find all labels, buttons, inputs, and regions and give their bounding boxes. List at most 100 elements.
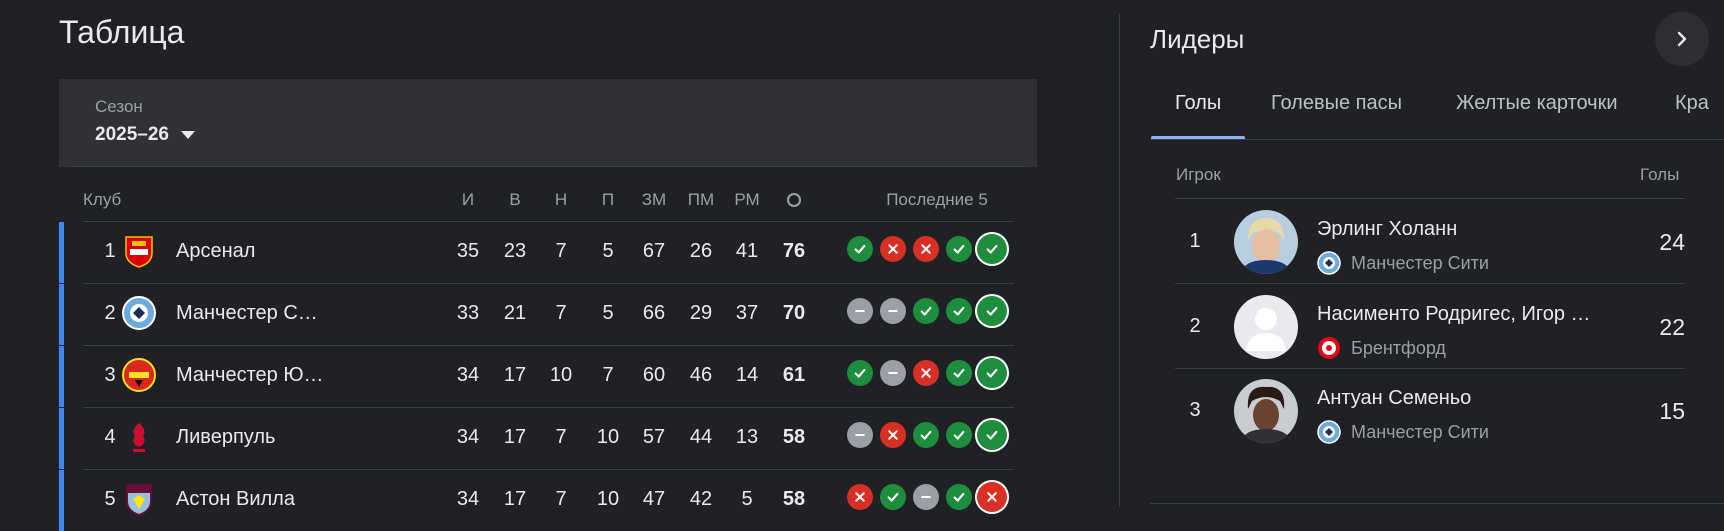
player-name[interactable]: Антуан Семеньо	[1317, 387, 1471, 410]
stat-ga: 29	[689, 302, 713, 324]
win-icon[interactable]	[946, 236, 972, 262]
stat-played: 34	[456, 426, 480, 448]
stat-pts: 58	[782, 426, 806, 448]
stat-gd: 13	[735, 426, 759, 448]
draw-icon[interactable]	[847, 298, 873, 324]
stat-pts: 61	[782, 364, 806, 386]
stat-drawn: 7	[555, 488, 567, 510]
player-photo	[1234, 295, 1298, 359]
team-name[interactable]: Астон Вилла	[176, 488, 295, 511]
win-icon[interactable]	[946, 422, 972, 448]
player-club: Манчестер Сити	[1317, 251, 1489, 275]
player-name[interactable]: Эрлинг Холанн	[1317, 218, 1457, 241]
stat-won: 23	[503, 240, 527, 262]
leader-rank: 2	[1189, 315, 1201, 337]
qualification-bar	[59, 346, 64, 407]
team-name[interactable]: Манчестер С…	[176, 302, 318, 325]
stat-played: 33	[456, 302, 480, 324]
table-header: Клуб И В Н П ЗМ ПМ РМ Последние 5	[59, 182, 1014, 218]
win-icon[interactable]	[847, 236, 873, 262]
draw-icon[interactable]	[880, 360, 906, 386]
stat-won: 17	[503, 488, 527, 510]
win-icon[interactable]	[946, 484, 972, 510]
leader-rank: 3	[1189, 399, 1201, 421]
loss-icon[interactable]	[975, 480, 1009, 514]
stat-gf: 57	[642, 426, 666, 448]
qualification-bar	[59, 408, 64, 469]
page-title: Таблица	[59, 14, 185, 50]
win-icon[interactable]	[847, 360, 873, 386]
next-button[interactable]	[1655, 12, 1709, 66]
caret-down-icon	[180, 131, 195, 139]
loss-icon[interactable]	[913, 360, 939, 386]
win-icon[interactable]	[975, 294, 1009, 328]
leader-row[interactable]: 2 Насименто Родригес, Игор … Брентфорд 22	[1175, 285, 1685, 368]
stat-ga: 42	[689, 488, 713, 510]
leader-row[interactable]: 1 Эрлинг Холанн Манчестер Сити 24	[1175, 200, 1685, 283]
table-row[interactable]: 2 Манчестер С… 33 21 7 5 66 29 37 70	[59, 284, 1014, 345]
loss-icon[interactable]	[880, 236, 906, 262]
goals-value: 24	[1659, 229, 1685, 255]
player-club: Манчестер Сити	[1317, 420, 1489, 444]
win-icon[interactable]	[975, 232, 1009, 266]
header-gd: РМ	[734, 190, 760, 209]
win-icon[interactable]	[913, 298, 939, 324]
draw-icon[interactable]	[847, 422, 873, 448]
win-icon[interactable]	[975, 356, 1009, 390]
loss-icon[interactable]	[880, 422, 906, 448]
stat-played: 34	[456, 364, 480, 386]
player-name[interactable]: Насименто Родригес, Игор …	[1317, 303, 1591, 326]
stat-pts: 76	[782, 240, 806, 262]
man-city-crest	[1317, 420, 1341, 444]
liverpool-crest	[121, 419, 157, 455]
table-row[interactable]: 3 Манчестер Ю… 34 17 10 7 60 46 14 61	[59, 346, 1014, 407]
stat-gd: 5	[741, 488, 753, 510]
stat-gd: 41	[735, 240, 759, 262]
stat-drawn: 10	[549, 364, 573, 386]
stat-drawn: 7	[555, 426, 567, 448]
stat-gd: 14	[735, 364, 759, 386]
leader-row[interactable]: 3 Антуан Семеньо Манчестер Сити 15	[1175, 369, 1685, 452]
team-name[interactable]: Арсенал	[176, 240, 255, 263]
win-icon[interactable]	[880, 484, 906, 510]
goals-value: 15	[1659, 398, 1685, 424]
divider	[1150, 503, 1724, 504]
win-icon[interactable]	[975, 418, 1009, 452]
qualification-bar	[59, 222, 64, 283]
win-icon[interactable]	[913, 422, 939, 448]
draw-icon[interactable]	[880, 298, 906, 324]
stat-gf: 47	[642, 488, 666, 510]
tab-yellow-cards[interactable]: Желтые карточки	[1456, 92, 1618, 115]
season-dropdown[interactable]: 2025–26	[95, 124, 195, 146]
stat-won: 21	[503, 302, 527, 324]
qualification-bar	[59, 470, 64, 531]
aston-villa-crest	[121, 481, 157, 517]
header-lost: П	[601, 190, 615, 209]
table-row[interactable]: 1 Арсенал 35 23 7 5 67 26 41 76	[59, 222, 1014, 283]
club-name: Брентфорд	[1351, 337, 1446, 358]
loss-icon[interactable]	[847, 484, 873, 510]
win-icon[interactable]	[946, 360, 972, 386]
tab-goals[interactable]: Голы	[1175, 92, 1221, 115]
table-row[interactable]: 4 Ливерпуль 34 17 7 10 57 44 13 58	[59, 408, 1014, 469]
header-club: Клуб	[83, 190, 122, 209]
draw-icon[interactable]	[913, 484, 939, 510]
qualification-bar	[59, 284, 64, 345]
stat-ga: 46	[689, 364, 713, 386]
team-name[interactable]: Ливерпуль	[176, 426, 275, 449]
leader-rank: 1	[1189, 230, 1201, 252]
stat-gf: 66	[642, 302, 666, 324]
stat-lost: 5	[602, 302, 614, 324]
season-panel	[59, 79, 1037, 167]
points-icon	[784, 192, 804, 212]
win-icon[interactable]	[946, 298, 972, 324]
loss-icon[interactable]	[913, 236, 939, 262]
tab-assists[interactable]: Голевые пасы	[1271, 92, 1402, 115]
team-name[interactable]: Манчестер Ю…	[176, 364, 324, 387]
stat-gf: 60	[642, 364, 666, 386]
tab-red-cards[interactable]: Кра	[1675, 92, 1709, 115]
stat-lost: 5	[602, 240, 614, 262]
table-row[interactable]: 5 Астон Вилла 34 17 7 10 47 42 5 58	[59, 470, 1014, 531]
stat-lost: 10	[596, 426, 620, 448]
divider	[1175, 198, 1685, 199]
